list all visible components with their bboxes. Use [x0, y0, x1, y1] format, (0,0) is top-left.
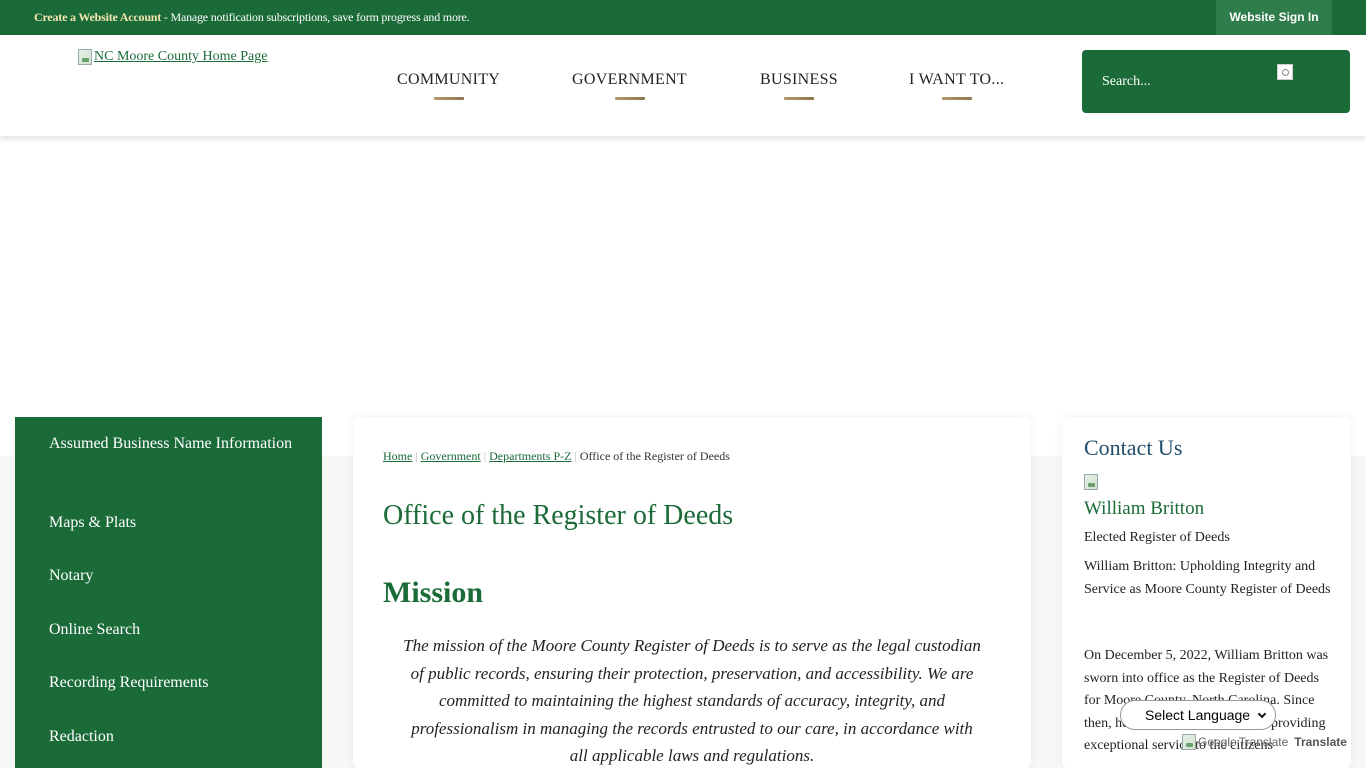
- breadcrumb-home[interactable]: Home: [383, 449, 412, 463]
- breadcrumb-separator: |: [415, 449, 418, 463]
- sidebar-item-notary[interactable]: Notary: [49, 563, 299, 588]
- google-logo-icon: [1182, 734, 1196, 750]
- nav-underline-decoration: [433, 97, 464, 100]
- search-box: [1082, 50, 1350, 113]
- page-title: Office of the Register of Deeds: [383, 500, 734, 531]
- google-alt-text: Google: [1198, 735, 1237, 749]
- breadcrumb-current: Office of the Register of Deeds: [579, 449, 730, 463]
- logo-alt-text: NC Moore County Home Page: [94, 49, 268, 64]
- site-header: NC Moore County Home Page COMMUNITY GOVE…: [0, 35, 1366, 136]
- search-input[interactable]: [1102, 70, 1272, 94]
- language-select[interactable]: Select Language: [1120, 700, 1276, 730]
- nav-i-want-to-label: I WANT TO...: [909, 71, 1005, 88]
- contact-headline: William Britton: Upholding Integrity and…: [1084, 559, 1331, 597]
- breadcrumb-departments[interactable]: Departments P-Z: [489, 449, 571, 463]
- contact-photo-icon: [1084, 474, 1098, 490]
- breadcrumb: Home | Government | Departments P-Z | Office o…: [383, 449, 730, 464]
- breadcrumb-separator: |: [574, 449, 577, 463]
- sidebar-item-assumed-business-name[interactable]: Assumed Business Name Information: [49, 431, 299, 456]
- nav-underline-decoration: [783, 97, 814, 100]
- topbar-message: Create a Website Account - Manage notifi…: [34, 10, 470, 25]
- mission-heading: Mission: [383, 576, 484, 609]
- nav-i-want-to[interactable]: I WANT TO...: [909, 71, 1005, 100]
- nav-community[interactable]: COMMUNITY: [397, 71, 501, 100]
- contact-name: William Britton: [1084, 498, 1205, 519]
- breadcrumb-government[interactable]: Government: [421, 449, 481, 463]
- nav-business[interactable]: BUSINESS: [760, 71, 838, 100]
- create-account-link[interactable]: Create a Website Account: [34, 10, 161, 24]
- home-logo-link[interactable]: NC Moore County Home Page: [78, 49, 267, 65]
- powered-by-google: Google Translate Translate: [1182, 734, 1347, 750]
- nav-underline-decoration: [614, 97, 645, 100]
- hero-banner: [0, 136, 1366, 456]
- sidebar-navigation: Assumed Business Name Information Maps &…: [15, 417, 322, 768]
- nav-underline-decoration: [941, 97, 972, 100]
- mission-statement: The mission of the Moore County Register…: [403, 636, 981, 765]
- language-select-label: Select Language: [1145, 707, 1251, 723]
- nav-government-label: GOVERNMENT: [572, 71, 687, 88]
- google-translate-text: Translate: [1238, 735, 1289, 749]
- contact-role: Elected Register of Deeds: [1084, 530, 1230, 545]
- topbar-message-text: - Manage notification subscriptions, sav…: [161, 10, 470, 24]
- nav-community-label: COMMUNITY: [397, 71, 501, 88]
- breadcrumb-separator: |: [483, 449, 487, 463]
- website-sign-in-button[interactable]: Website Sign In: [1216, 0, 1332, 35]
- translate-link[interactable]: Translate: [1294, 735, 1347, 749]
- nav-business-label: BUSINESS: [760, 71, 838, 88]
- search-icon[interactable]: [1277, 64, 1293, 80]
- sidebar-item-online-search[interactable]: Online Search: [49, 617, 299, 642]
- chevron-down-icon: [1257, 709, 1267, 719]
- sidebar-item-recording-requirements[interactable]: Recording Requirements: [49, 670, 299, 695]
- top-notification-bar: Create a Website Account - Manage notifi…: [0, 0, 1366, 35]
- nav-government[interactable]: GOVERNMENT: [572, 71, 687, 100]
- contact-title: Contact Us: [1084, 435, 1183, 460]
- main-content: Home | Government | Departments P-Z | Office o…: [353, 417, 1031, 768]
- sidebar-item-maps-plats[interactable]: Maps & Plats: [49, 510, 299, 535]
- broken-image-icon: [78, 49, 92, 65]
- sidebar-item-redaction[interactable]: Redaction: [49, 724, 299, 749]
